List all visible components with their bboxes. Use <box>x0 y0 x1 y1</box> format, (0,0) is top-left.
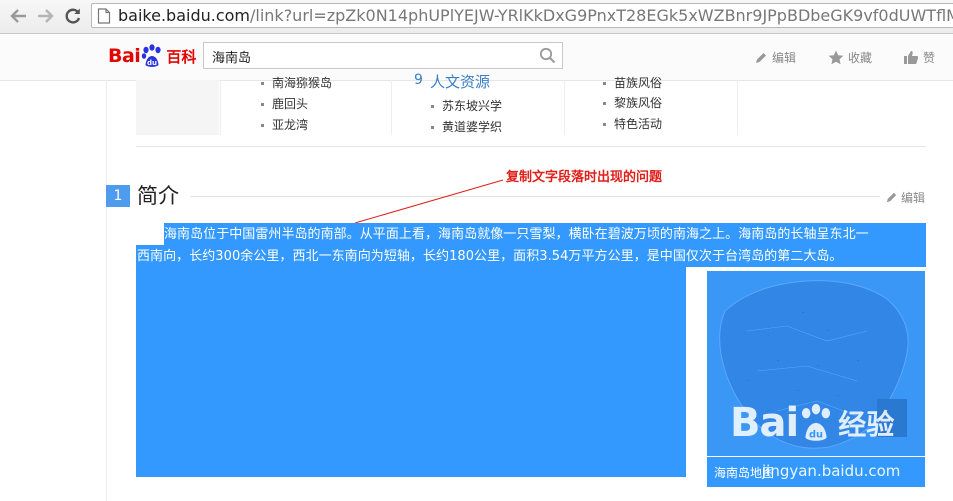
paragraph-line: 西南向，长约300余公里，西北一东南向为短轴，长约180公里，面积3.54万平方… <box>137 249 843 264</box>
pencil-icon <box>886 192 897 203</box>
star-icon <box>828 50 844 65</box>
reload-icon <box>65 8 81 24</box>
catalog-item[interactable]: 亚龙湾 <box>261 116 308 133</box>
catalog-side-box <box>136 80 219 135</box>
reload-button[interactable] <box>61 4 85 28</box>
favorite-button[interactable]: 收藏 <box>828 49 872 66</box>
annotation-text: 复制文字段落时出现的问题 <box>506 170 663 185</box>
thumbs-up-icon <box>904 51 919 64</box>
search-icon[interactable] <box>539 47 556 64</box>
catalog-item[interactable]: 苗族风俗 <box>603 74 662 91</box>
svg-text:du: du <box>147 59 157 67</box>
section-title: 简介 <box>137 184 179 208</box>
selection-highlight <box>136 267 686 477</box>
baidu-paw-icon: du <box>142 44 161 67</box>
catalog-item[interactable]: 南海猕猴岛 <box>261 74 332 91</box>
svg-text:.: . <box>827 325 829 333</box>
back-button[interactable] <box>7 4 31 28</box>
catalog-item[interactable]: 鹿回头 <box>261 95 308 112</box>
catalog-item[interactable]: 黄道婆学织 <box>431 118 502 135</box>
edit-button[interactable]: 编辑 <box>754 49 796 66</box>
svg-text:.: . <box>802 307 804 315</box>
address-bar[interactable]: baike.baidu.com/link?url=zpZk0N14phUPlYE… <box>91 3 953 28</box>
watermark-url: jingyan.baidu.com <box>762 462 901 480</box>
jingyan-watermark: Bai du 经验 <box>730 400 895 446</box>
catalog-item[interactable]: 苏东坡兴学 <box>431 97 502 114</box>
svg-text:.: . <box>767 330 769 338</box>
section-edit-button[interactable]: 编辑 <box>885 189 925 206</box>
url-text: baike.baidu.com/link?url=zpZk0N14phUPlYE… <box>118 6 953 25</box>
baidu-baike-logo[interactable]: Bai du 百科 <box>108 41 196 71</box>
pencil-icon <box>756 52 766 63</box>
section-number-badge: 1 <box>106 185 130 207</box>
svg-text:du: du <box>809 430 823 441</box>
catalog-column-2: 9 人文资源 苏东坡兴学 黄道婆学织 <box>391 72 564 135</box>
catalog-column-3: 苗族风俗 黎族风俗 特色活动 <box>564 76 737 135</box>
search-query: 海南岛 <box>212 51 252 66</box>
catalog-column-1: 南海猕猴岛 鹿回头 亚龙湾 <box>220 76 391 135</box>
catalog-section-title[interactable]: 人文资源 <box>430 71 490 92</box>
paragraph-line: 海南岛位于中国雷州半岛的南部。从平面上看，海南岛就像一只雪梨，横卧在碧波万顷的南… <box>164 227 869 242</box>
arrow-left-icon <box>10 9 26 23</box>
arrow-right-icon <box>38 9 54 23</box>
baidu-paw-icon: du <box>802 403 831 441</box>
like-button[interactable]: 赞 <box>903 49 935 66</box>
svg-text:.: . <box>747 375 749 383</box>
catalog-item[interactable]: 黎族风俗 <box>603 94 662 111</box>
browser-toolbar: baike.baidu.com/link?url=zpZk0N14phUPlYE… <box>0 0 953 34</box>
page-icon <box>97 8 111 24</box>
svg-text:.: . <box>817 360 819 368</box>
catalog: 南海猕猴岛 鹿回头 亚龙湾 9 人文资源 苏东坡兴学 黄道婆学织 苗族风俗 黎族… <box>136 72 926 147</box>
svg-text:.: . <box>777 355 779 363</box>
catalog-section-number: 9 <box>414 72 423 88</box>
left-divider <box>106 80 107 501</box>
search-input[interactable]: 海南岛 <box>203 42 563 69</box>
section-rule <box>190 196 880 197</box>
svg-text:.: . <box>857 355 859 363</box>
catalog-item[interactable]: 特色活动 <box>603 115 662 132</box>
catalog-column-4 <box>737 80 739 135</box>
svg-text:.: . <box>797 385 799 393</box>
forward-button[interactable] <box>33 4 57 28</box>
svg-text:.: . <box>837 390 839 398</box>
